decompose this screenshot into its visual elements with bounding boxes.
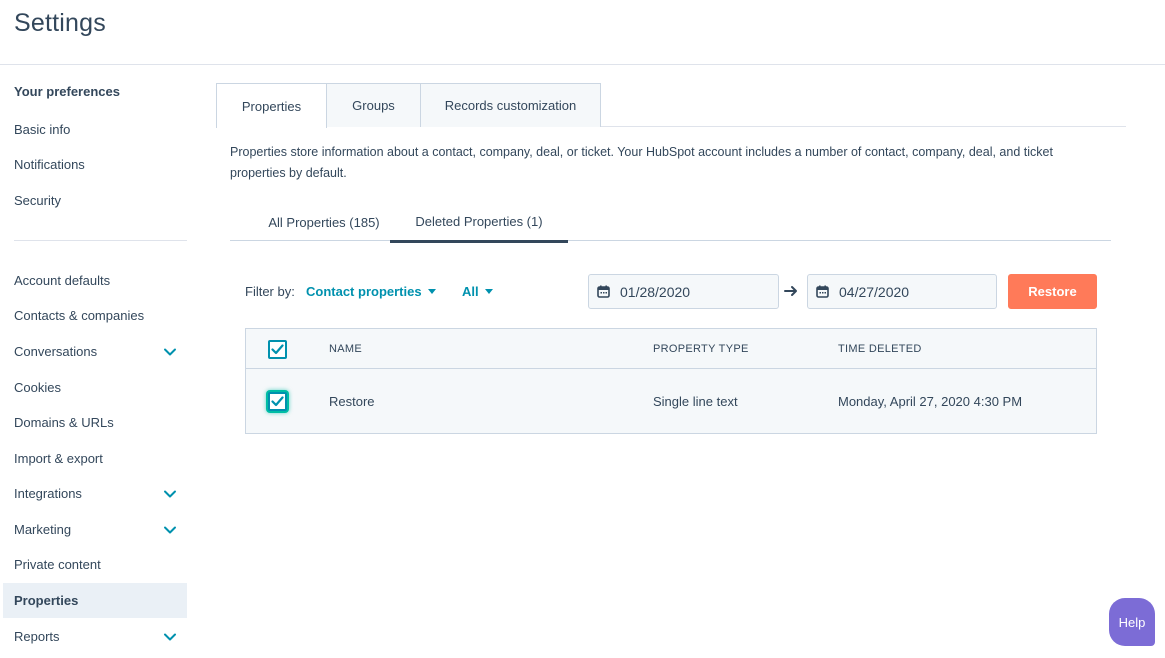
sidebar-item-integrations[interactable]: Integrations (3, 476, 187, 511)
settings-sidebar: Your preferences Basic info Notification… (0, 65, 200, 658)
sidebar-item-marketing[interactable]: Marketing (3, 512, 187, 547)
sidebar-item-label: Contacts & companies (14, 308, 145, 323)
sidebar-item-private-content[interactable]: Private content (3, 547, 187, 582)
subtab-label: Deleted Properties (1) (415, 213, 543, 229)
sidebar-divider (14, 240, 187, 241)
end-date-value: 04/27/2020 (839, 283, 910, 300)
caret-down-icon (484, 289, 493, 294)
sidebar-item-label: Notifications (14, 157, 85, 172)
sidebar-item-label: Import & export (14, 451, 103, 466)
object-type-dropdown[interactable]: Contact properties (306, 284, 436, 299)
cell-time-deleted: Monday, April 27, 2020 4:30 PM (838, 393, 1023, 409)
sidebar-item-cookies[interactable]: Cookies (3, 370, 187, 405)
tab-label: Groups (352, 98, 395, 113)
column-header-name[interactable]: NAME (329, 329, 362, 369)
sidebar-item-label: Conversations (14, 344, 98, 359)
group-filter-value: All (462, 284, 479, 299)
sidebar-item-account-defaults[interactable]: Account defaults (3, 263, 187, 298)
column-header-property-type[interactable]: PROPERTY TYPE (653, 329, 749, 369)
chevron-down-icon (164, 348, 176, 356)
object-type-value: Contact properties (306, 284, 422, 299)
sidebar-item-label: Domains & URLs (14, 415, 114, 430)
properties-subtab-bar: All Properties (185) Deleted Properties … (230, 204, 1111, 243)
sidebar-heading-preferences: Your preferences (14, 84, 120, 99)
properties-tab-bar: Properties Groups Records customization (216, 83, 1126, 128)
properties-description: Properties store information about a con… (230, 145, 1053, 180)
calendar-icon (597, 285, 610, 298)
tab-label: Records customization (444, 98, 577, 113)
page-title: Settings (14, 9, 106, 37)
filter-label: Filter by: (245, 284, 295, 299)
tab-groups[interactable]: Groups (326, 83, 421, 127)
sidebar-item-label: Cookies (14, 380, 61, 395)
subtab-label: All Properties (185) (268, 215, 380, 230)
caret-down-icon (427, 289, 436, 294)
sidebar-item-label: Account defaults (14, 273, 111, 288)
chevron-down-icon (164, 633, 176, 641)
sidebar-item-domains-urls[interactable]: Domains & URLs (3, 405, 187, 440)
column-header-time-deleted[interactable]: TIME DELETED (838, 329, 922, 369)
restore-button[interactable]: Restore (1008, 274, 1097, 309)
cell-property-name: Restore (329, 393, 375, 409)
start-date-input[interactable]: 01/28/2020 (588, 274, 779, 309)
select-all-checkbox[interactable] (268, 340, 287, 359)
tab-label: Properties (241, 98, 302, 114)
sidebar-item-properties[interactable]: Properties (3, 583, 187, 618)
tab-properties[interactable]: Properties (216, 83, 327, 128)
sidebar-item-notifications[interactable]: Notifications (3, 147, 187, 182)
end-date-input[interactable]: 04/27/2020 (807, 274, 997, 309)
row-checkbox[interactable] (268, 392, 287, 411)
checkmark-icon (271, 396, 284, 407)
sidebar-item-label: Properties (14, 593, 79, 608)
sidebar-item-conversations[interactable]: Conversations (3, 334, 187, 369)
sidebar-item-basic-info[interactable]: Basic info (3, 112, 187, 147)
chevron-down-icon (164, 490, 176, 498)
sidebar-item-contacts-companies[interactable]: Contacts & companies (3, 298, 187, 333)
sidebar-item-security[interactable]: Security (3, 183, 187, 218)
sidebar-item-label: Marketing (14, 522, 72, 537)
sidebar-item-label: Private content (14, 557, 101, 572)
deleted-properties-table: NAME PROPERTY TYPE TIME DELETED Restore … (245, 328, 1097, 434)
help-button[interactable]: Help (1109, 598, 1155, 646)
sidebar-item-import-export[interactable]: Import & export (3, 441, 187, 476)
group-filter-dropdown[interactable]: All (462, 284, 493, 299)
sidebar-item-reports[interactable]: Reports (3, 619, 187, 654)
arrow-right-icon (784, 286, 797, 296)
start-date-value: 01/28/2020 (620, 283, 691, 300)
sidebar-item-label: Integrations (14, 486, 82, 501)
subtab-all-properties[interactable]: All Properties (185) (244, 204, 404, 241)
cell-property-type: Single line text (653, 393, 738, 409)
sidebar-item-label: Basic info (14, 122, 71, 137)
table-row: Restore Single line text Monday, April 2… (246, 369, 1096, 433)
tab-records-customization[interactable]: Records customization (420, 83, 601, 127)
chevron-down-icon (164, 526, 176, 534)
calendar-icon (816, 285, 829, 298)
table-header: NAME PROPERTY TYPE TIME DELETED (246, 329, 1096, 369)
settings-header: Settings (0, 0, 1165, 65)
subtab-deleted-properties[interactable]: Deleted Properties (1) (390, 204, 568, 243)
sidebar-item-label: Security (14, 193, 61, 208)
sidebar-item-label: Reports (14, 629, 60, 644)
checkmark-icon (271, 344, 284, 355)
